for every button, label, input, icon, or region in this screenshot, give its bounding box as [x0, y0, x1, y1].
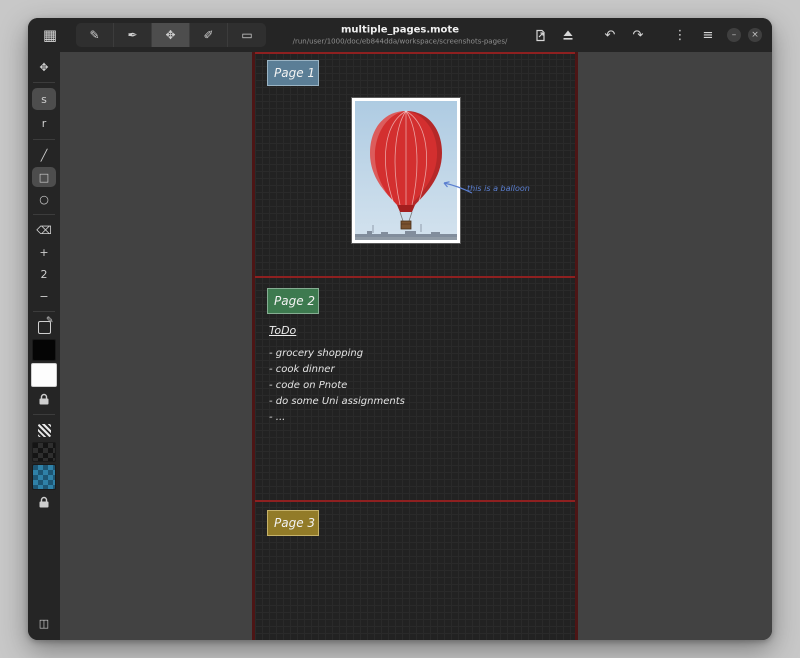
smooth-mode-button[interactable]: s	[32, 88, 56, 110]
left-sidebar: ✥ s r ╱ □ ○ ⌫ + 2 − ✎	[28, 52, 60, 640]
stroke-color-lock-button[interactable]	[32, 389, 56, 409]
ink-pen-tool-icon[interactable]: ✒	[114, 23, 152, 47]
note-page-surface[interactable]: Page 1	[252, 52, 578, 640]
todo-item: - ...	[269, 410, 405, 426]
raw-mode-button[interactable]: r	[32, 112, 56, 134]
fill-transparency-icon[interactable]	[32, 420, 56, 440]
todo-item: - cook dinner	[269, 362, 405, 378]
pan-tool-icon[interactable]: ✥	[152, 23, 190, 47]
stroke-color-swatch-black[interactable]	[32, 339, 56, 361]
page-2-label: Page 2	[267, 288, 319, 314]
todo-item: - grocery shopping	[269, 346, 405, 362]
divider	[33, 82, 55, 83]
export-icon[interactable]	[528, 23, 552, 47]
stroke-width-increase-button[interactable]: +	[32, 242, 56, 262]
balloon-annotation-text: this is a balloon	[467, 184, 530, 193]
eject-save-icon[interactable]	[556, 23, 580, 47]
rectangle-tool-icon[interactable]: □	[32, 167, 56, 187]
redo-icon[interactable]: ↷	[626, 23, 650, 47]
pencil-tool-icon[interactable]: ✎	[76, 23, 114, 47]
balloon-photo-image	[355, 101, 457, 240]
edit-stroke-color-icon[interactable]: ✎	[32, 317, 56, 337]
balloon-photo[interactable]	[352, 98, 460, 243]
export-icon-svg	[534, 29, 547, 42]
topbar-right: ↶ ↷ ⋮ ≡ – ×	[528, 23, 762, 47]
tool-group: ✎ ✒ ✥ ✐ ▭	[76, 23, 266, 47]
fill-color-swatch-blue[interactable]	[32, 464, 56, 490]
page-1-label: Page 1	[267, 60, 319, 86]
lock-icon	[38, 393, 50, 405]
eject-icon-svg	[562, 29, 574, 41]
edit-square-icon: ✎	[38, 321, 51, 334]
fill-color-lock-button[interactable]	[32, 492, 56, 512]
stroke-color-swatch-white[interactable]	[31, 363, 57, 387]
page-separator	[255, 500, 575, 502]
close-button[interactable]: ×	[748, 28, 762, 42]
stroke-width-decrease-button[interactable]: −	[32, 286, 56, 306]
document-title: multiple_pages.mote	[293, 25, 508, 36]
document-header: multiple_pages.mote /run/user/1000/doc/e…	[293, 25, 508, 46]
divider	[33, 311, 55, 312]
canvas-viewport[interactable]: Page 1	[60, 52, 772, 640]
topbar: ▦ ✎ ✒ ✥ ✐ ▭ multiple_pages.mote /run/use…	[28, 18, 772, 52]
document-path: /run/user/1000/doc/eb844dda/workspace/sc…	[293, 38, 508, 46]
hatch-icon	[38, 424, 51, 437]
hamburger-menu-icon[interactable]: ≡	[696, 23, 720, 47]
minimize-button[interactable]: –	[727, 28, 741, 42]
page-separator	[255, 276, 575, 278]
todo-heading: ToDo	[269, 324, 296, 337]
divider	[33, 139, 55, 140]
todo-item: - do some Uni assignments	[269, 394, 405, 410]
divider	[33, 414, 55, 415]
lock-icon	[38, 496, 50, 508]
fill-color-swatch-transparent[interactable]	[32, 442, 56, 462]
page-3-label: Page 3	[267, 510, 319, 536]
eraser-icon[interactable]: ⌫	[32, 220, 56, 240]
todo-list: - grocery shopping - cook dinner - code …	[269, 346, 405, 426]
ellipse-tool-icon[interactable]: ○	[32, 189, 56, 209]
divider	[33, 214, 55, 215]
page-separator	[255, 52, 575, 54]
stroke-width-value: 2	[32, 264, 56, 284]
pages-grid-icon[interactable]: ▦	[38, 23, 62, 47]
todo-item: - code on Pnote	[269, 378, 405, 394]
window-body: ✥ s r ╱ □ ○ ⌫ + 2 − ✎	[28, 52, 772, 640]
line-tool-icon[interactable]: ╱	[32, 145, 56, 165]
pan-icon[interactable]: ✥	[32, 57, 56, 77]
undo-icon[interactable]: ↶	[598, 23, 622, 47]
kebab-menu-icon[interactable]: ⋮	[668, 23, 692, 47]
split-view-icon[interactable]: ◫	[32, 613, 56, 633]
rect-select-tool-icon[interactable]: ▭	[228, 23, 266, 47]
app-window: ▦ ✎ ✒ ✥ ✐ ▭ multiple_pages.mote /run/use…	[28, 18, 772, 640]
highlighter-tool-icon[interactable]: ✐	[190, 23, 228, 47]
